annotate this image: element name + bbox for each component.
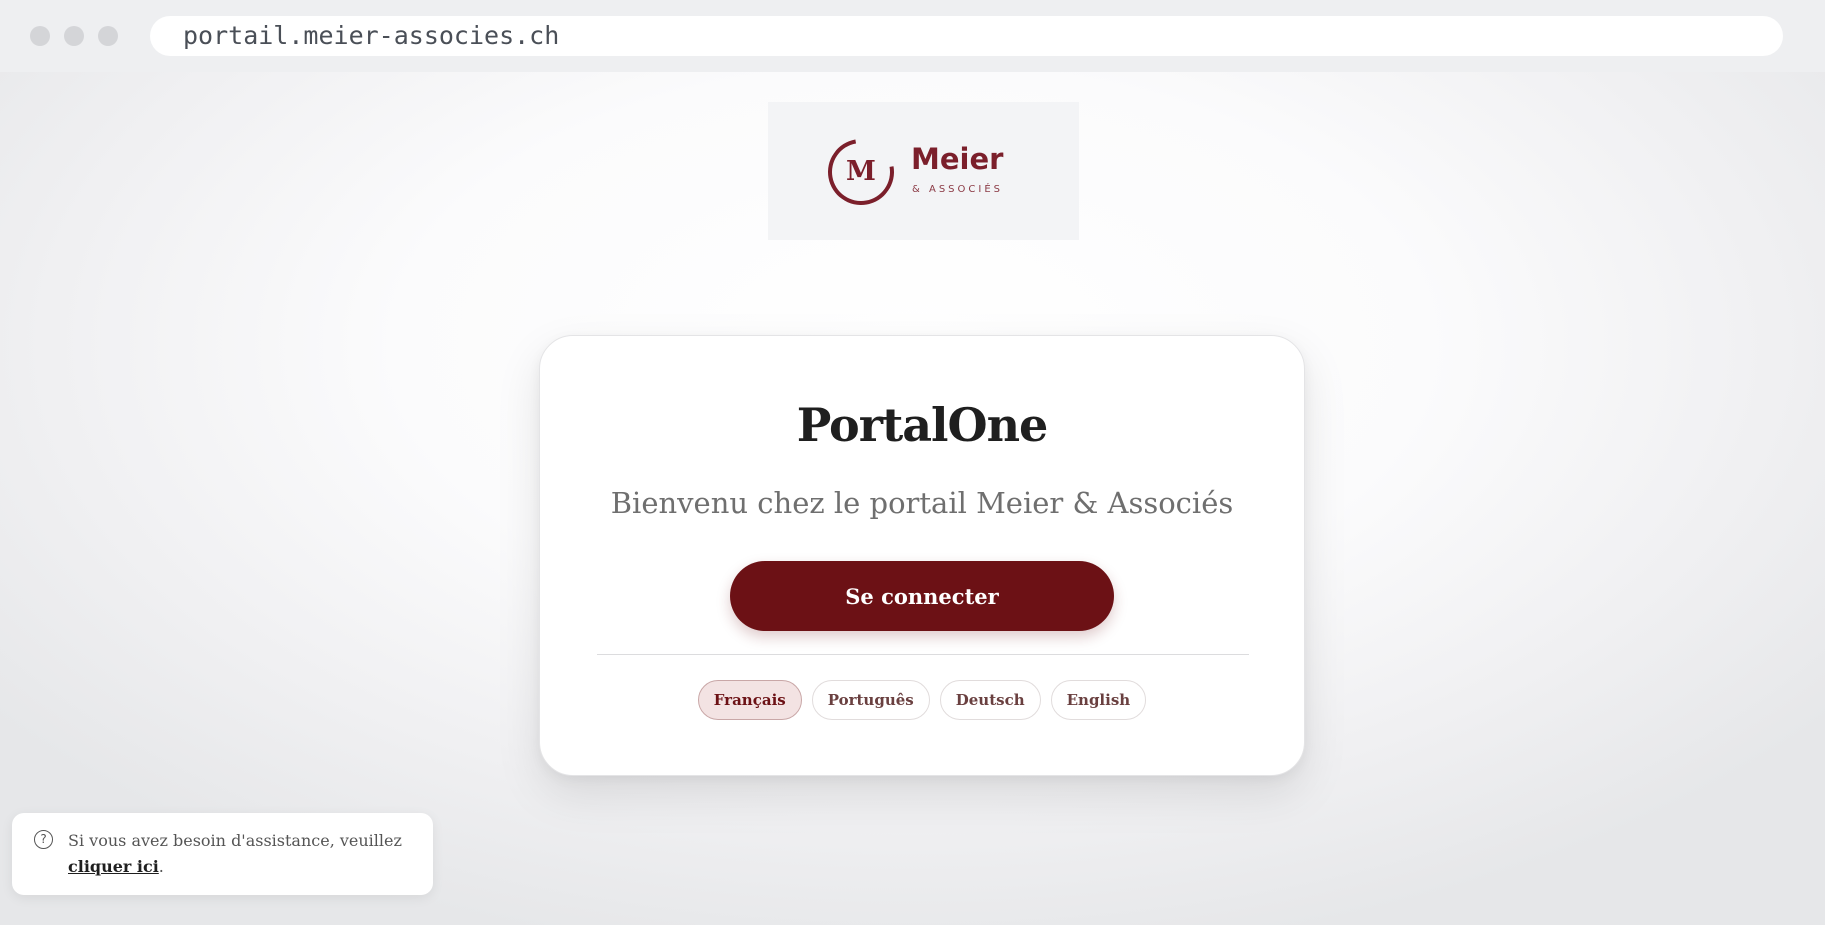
browser-chrome: portail.meier-associes.ch <box>0 0 1825 72</box>
login-card: PortalOne Bienvenu chez le portail Meier… <box>539 335 1305 776</box>
window-close-dot[interactable] <box>30 26 50 46</box>
language-portuguese[interactable]: Português <box>811 680 930 720</box>
language-german[interactable]: Deutsch <box>939 680 1041 720</box>
help-message: Si vous avez besoin d'assistance, veuill… <box>68 831 402 850</box>
portal-title: PortalOne <box>796 398 1049 452</box>
divider <box>597 654 1249 655</box>
language-french[interactable]: Français <box>697 680 802 720</box>
logo-subtitle: & ASSOCIÉS <box>912 184 1003 195</box>
language-selector: Français Português Deutsch English <box>540 680 1304 720</box>
logo-mark: M <box>846 156 876 187</box>
help-box: ? Si vous avez besoin d'assistance, veui… <box>12 813 433 895</box>
help-link[interactable]: cliquer ici <box>68 857 159 876</box>
page-viewport: M Meier & ASSOCIÉS PortalOne Bienvenu ch… <box>0 72 1825 925</box>
logo-name: Meier <box>911 142 1004 176</box>
login-button[interactable]: Se connecter <box>730 561 1114 631</box>
welcome-subtitle: Bienvenu chez le portail Meier & Associé… <box>610 486 1234 520</box>
question-circle-icon: ? <box>34 830 53 849</box>
language-english[interactable]: English <box>1050 680 1147 720</box>
help-suffix: . <box>158 857 164 876</box>
window-minimize-dot[interactable] <box>64 26 84 46</box>
address-bar[interactable]: portail.meier-associes.ch <box>150 16 1783 56</box>
help-text: Si vous avez besoin d'assistance, veuill… <box>68 828 418 880</box>
window-maximize-dot[interactable] <box>98 26 118 46</box>
company-logo: M Meier & ASSOCIÉS <box>768 102 1079 240</box>
